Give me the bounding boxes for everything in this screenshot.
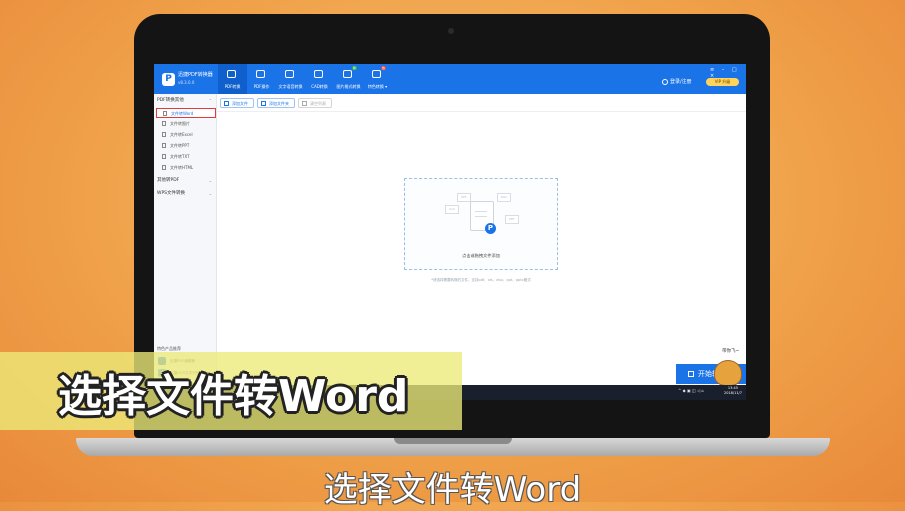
caption-band-text: 选择文件转Word xyxy=(58,371,409,422)
item-label: 文件转Word xyxy=(171,111,194,116)
clear-list-button[interactable]: 清空列表 xyxy=(298,98,332,108)
button-label: 清空列表 xyxy=(310,101,326,106)
file-drop-zone[interactable]: PPT XLS PDF DOC P 点击或拖拽文件添加 xyxy=(404,178,558,270)
play-icon xyxy=(688,371,694,377)
nav-pdf-operations[interactable]: PDF操作 xyxy=(247,64,276,94)
item-label: 文件转PPT xyxy=(170,143,190,148)
supported-formats-hint: *请选择需要转换的文件，支持pdf、xls、xlsx、ppt、pptx格式 xyxy=(431,278,531,282)
main-nav: PDF转换 PDF操作 文字语音转换 CAD转换 新 图片格式转换 热 特色转换… xyxy=(218,64,392,94)
mascot-icon[interactable] xyxy=(714,360,742,386)
cad-icon xyxy=(314,70,323,78)
login-button[interactable]: 登录/注册 xyxy=(662,78,692,85)
section-label: PDF转换其他 xyxy=(157,98,184,103)
sidebar-section-other-to-pdf[interactable]: 其他转PDF ⌄ xyxy=(154,176,216,186)
sidebar-section-pdf-to-other[interactable]: PDF转换其他 ⌃ xyxy=(154,96,216,106)
nav-label: CAD转换 xyxy=(311,84,328,89)
file-toolbar: 添加文件 添加文件夹 清空列表 xyxy=(220,98,332,108)
sidebar-item-to-ppt[interactable]: 文件转PPT xyxy=(156,141,216,151)
section-label: WPS文件转换 xyxy=(157,191,186,196)
sidebar-item-to-word[interactable]: 文件转Word xyxy=(156,108,216,118)
trash-icon xyxy=(302,101,307,106)
nav-text-speech[interactable]: 文字语音转换 xyxy=(276,64,305,94)
toolbar-divider xyxy=(216,111,746,112)
nav-label: 文字语音转换 xyxy=(278,84,303,89)
add-file-button[interactable]: 添加文件 xyxy=(220,98,254,108)
image-icon xyxy=(343,70,352,78)
app-version: v8.3.0.0 xyxy=(178,80,195,85)
nav-special-convert[interactable]: 热 特色转换 ▾ xyxy=(363,64,392,94)
item-label: 文件转HTML xyxy=(170,165,194,170)
document-icon xyxy=(163,111,167,116)
item-label: 文件转TXT xyxy=(170,154,190,159)
app-name: 迅捷PDF转换器 xyxy=(178,72,213,78)
mascot-bubble: 带你飞~ xyxy=(722,349,740,354)
pdf-card-icon: PDF xyxy=(505,215,519,224)
sidebar-section-wps[interactable]: WPS文件转换 ⌄ xyxy=(154,189,216,199)
button-label: 添加文件夹 xyxy=(269,101,289,106)
app-header: P 迅捷PDF转换器 v8.3.0.0 PDF转换 PDF操作 文字语音转换 C… xyxy=(154,64,746,94)
document-icon xyxy=(162,143,166,148)
video-subtitle: 选择文件转Word xyxy=(323,470,582,510)
document-icon xyxy=(162,121,166,126)
special-icon xyxy=(372,70,381,78)
button-label: 添加文件 xyxy=(232,101,248,106)
nav-label: 图片格式转换 xyxy=(336,84,361,89)
item-label: 文件转Excel xyxy=(170,132,193,137)
chevron-up-icon: ⌃ xyxy=(208,98,212,103)
new-badge: 新 xyxy=(352,66,358,70)
system-tray[interactable]: ^ ◆ ▣ ◫ ◁ ⌂ xyxy=(678,388,704,393)
app-logo-icon: P xyxy=(162,73,175,86)
sidebar-item-to-html[interactable]: 文件转HTML xyxy=(156,163,216,173)
chevron-down-icon: ⌄ xyxy=(208,178,212,183)
laptop-notch xyxy=(394,438,512,444)
taskbar-clock[interactable]: 13:45 2018/11/7 xyxy=(724,386,742,396)
nav-cad-convert[interactable]: CAD转换 xyxy=(305,64,334,94)
sidebar-item-to-image[interactable]: 文件转图片 xyxy=(156,119,216,129)
nav-pdf-convert[interactable]: PDF转换 xyxy=(218,64,247,94)
pdf-operations-icon xyxy=(256,70,265,78)
drop-zone-text: 点击或拖拽文件添加 xyxy=(462,253,500,258)
document-icon xyxy=(162,154,166,159)
pdf-convert-icon xyxy=(227,70,236,78)
nav-label: PDF操作 xyxy=(253,84,270,89)
hot-badge: 热 xyxy=(381,66,387,70)
add-file-icon xyxy=(224,101,229,106)
pdf-logo-icon: P xyxy=(485,223,496,234)
document-icon xyxy=(162,165,166,170)
sidebar-item-to-txt[interactable]: 文件转TXT xyxy=(156,152,216,162)
user-icon xyxy=(662,78,668,85)
text-speech-icon xyxy=(285,70,294,78)
item-label: 文件转图片 xyxy=(170,121,190,126)
login-label: 登录/注册 xyxy=(670,79,692,85)
nav-label: PDF转换 xyxy=(224,84,241,89)
vip-upgrade-button[interactable]: VIP 升级 xyxy=(706,78,739,86)
sidebar-item-to-excel[interactable]: 文件转Excel xyxy=(156,130,216,140)
nav-image-convert[interactable]: 新 图片格式转换 xyxy=(334,64,363,94)
document-icon xyxy=(162,132,166,137)
clock-date: 2018/11/7 xyxy=(724,391,742,395)
nav-label: 特色转换 ▾ xyxy=(367,84,388,89)
section-label: 其他转PDF xyxy=(157,178,180,183)
chevron-down-icon: ⌄ xyxy=(208,191,212,196)
doc-card-icon: DOC xyxy=(497,193,511,202)
add-folder-button[interactable]: 添加文件夹 xyxy=(257,98,295,108)
ppt-card-icon: PPT xyxy=(457,193,471,202)
webcam xyxy=(448,28,454,34)
folder-icon xyxy=(261,101,266,106)
xls-card-icon: XLS xyxy=(445,205,459,214)
laptop-screen: P 迅捷PDF转换器 v8.3.0.0 PDF转换 PDF操作 文字语音转换 C… xyxy=(154,64,746,400)
